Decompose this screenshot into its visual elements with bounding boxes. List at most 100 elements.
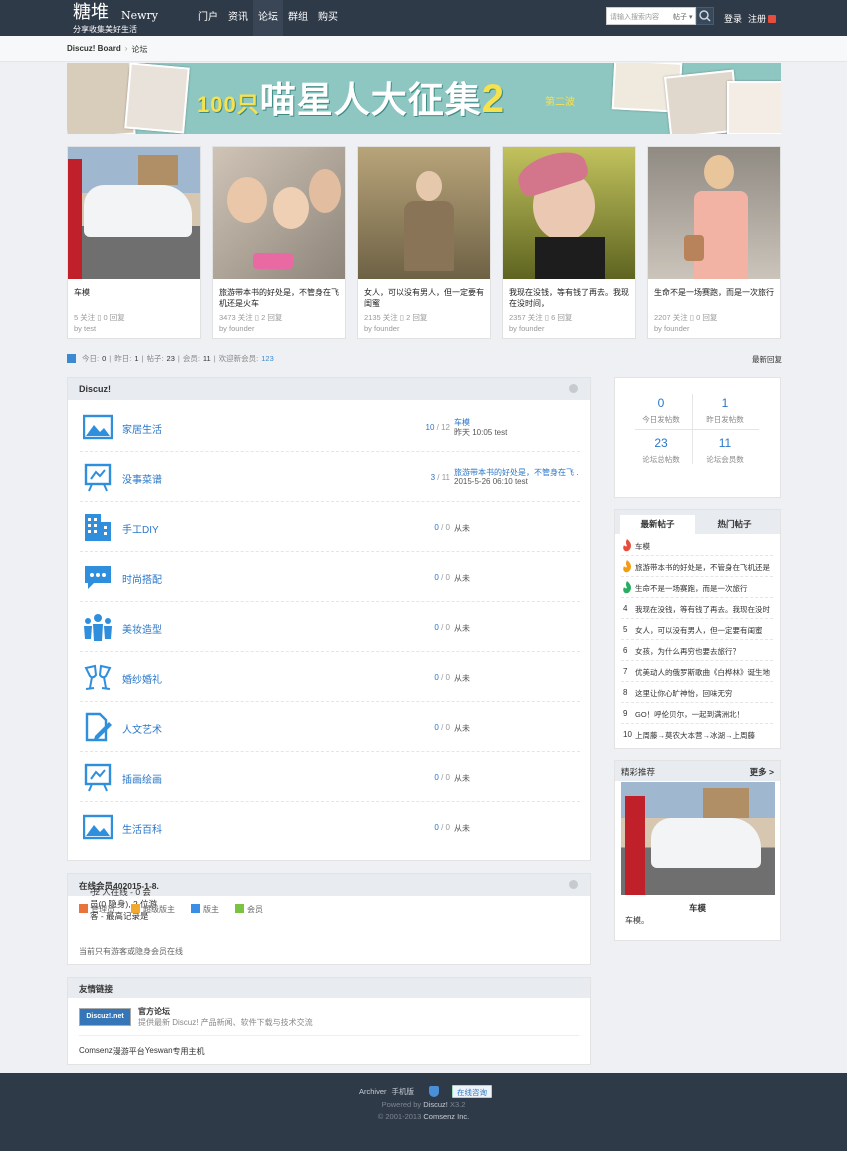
easel-chart-icon[interactable] xyxy=(83,462,113,492)
list-item[interactable]: 车模 xyxy=(621,535,773,556)
collapse-icon[interactable] xyxy=(569,384,578,393)
card-title[interactable]: 车模 xyxy=(74,287,196,298)
banner-headline: 100只喵星人大征集2 xyxy=(197,77,505,121)
discuz-logo-link[interactable]: Discuz!.net xyxy=(79,1008,131,1026)
document-pen-icon[interactable] xyxy=(83,712,113,742)
forum-name[interactable]: 人文艺术 xyxy=(122,721,162,736)
tab-latest-posts[interactable]: 最新帖子 xyxy=(620,515,695,534)
card-image[interactable] xyxy=(213,147,345,279)
people-icon[interactable] xyxy=(83,612,113,642)
last-post-never: 从未 xyxy=(454,674,470,683)
forum-counts: 0 / 0 xyxy=(434,573,450,582)
shield-icon[interactable] xyxy=(429,1086,440,1097)
breadcrumb: Discuz! Board › 论坛 xyxy=(0,36,847,62)
card-title[interactable]: 生命不是一场赛跑，而是一次旅行 xyxy=(654,287,776,298)
recommend-item-title[interactable]: 车模 xyxy=(615,902,780,914)
forum-name[interactable]: 美妆造型 xyxy=(122,621,162,636)
tab-hot-posts[interactable]: 热门帖子 xyxy=(697,515,772,534)
card-title[interactable]: 女人，可以没有男人，但一定要有闺蜜 xyxy=(364,287,486,309)
list-item[interactable]: 9 GO！呼伦贝尔，一起到满洲北！ xyxy=(621,703,773,724)
online-consult-button[interactable]: 在线咨询 xyxy=(452,1085,493,1098)
forum-counts: 0 / 0 xyxy=(434,523,450,532)
recommend-item-desc: 车模。 xyxy=(625,916,649,925)
official-forum-desc: 提供最新 Discuz! 产品新闻、软件下载与技术交流 xyxy=(138,1018,313,1027)
card-image[interactable] xyxy=(68,147,200,279)
forum-counts: 0 / 0 xyxy=(434,673,450,682)
member-icon xyxy=(235,904,244,913)
super-moderator-icon xyxy=(131,904,140,913)
list-item[interactable]: 旅游带本书的好处是，不管身在飞机还是 xyxy=(621,556,773,577)
landscape-icon[interactable] xyxy=(83,812,113,842)
champagne-glasses-icon[interactable] xyxy=(83,662,113,692)
copyright: © 2001-2013 Comsenz Inc. xyxy=(377,1112,470,1121)
powered-by: Powered by Discuz! X3.2 xyxy=(381,1100,466,1109)
landscape-icon[interactable] xyxy=(83,412,113,442)
forum-name[interactable]: 插画绘画 xyxy=(122,771,162,786)
link-comsenz[interactable]: Comsenz xyxy=(79,1046,113,1057)
card-image[interactable] xyxy=(358,147,490,279)
more-link[interactable]: 更多 > xyxy=(750,766,774,778)
forum-name[interactable]: 时尚搭配 xyxy=(122,571,162,586)
card-image[interactable] xyxy=(648,147,780,279)
search-input[interactable]: 请输入搜索内容 帖子 ▾ xyxy=(606,7,696,25)
card-meta: 2357 关注 ▯ 6 回复 by founder xyxy=(509,313,573,333)
link-hosting[interactable]: 专用主机 xyxy=(173,1046,205,1057)
nav-group[interactable]: 群组 xyxy=(283,0,313,36)
featured-card[interactable]: 我现在没钱，等有钱了再去。我现在没时间， 2357 关注 ▯ 6 回复 by fo… xyxy=(502,146,636,339)
forum-group-title[interactable]: Discuz! xyxy=(79,384,111,394)
link-manyou[interactable]: 漫游平台 xyxy=(113,1046,145,1057)
promo-banner[interactable]: 100只喵星人大征集2 第二波 xyxy=(67,63,781,134)
chat-bubble-icon[interactable] xyxy=(83,562,113,592)
login-link[interactable]: 登录 xyxy=(724,12,742,25)
easel-chart-icon[interactable] xyxy=(83,762,113,792)
site-logo[interactable]: 糖堆 Newry 分享收集美好生活 xyxy=(73,3,163,35)
forum-name[interactable]: 家居生活 xyxy=(122,421,162,436)
forum-row: 插画绘画 0 / 0 从未 xyxy=(80,752,580,802)
card-title[interactable]: 旅游带本书的好处是，不管身在飞机还是火车 xyxy=(219,287,341,309)
collapse-icon[interactable] xyxy=(569,880,578,889)
recommend-image[interactable] xyxy=(621,782,775,895)
admin-icon xyxy=(79,904,88,913)
forum-name[interactable]: 婚纱婚礼 xyxy=(122,671,162,686)
legend-member: 会员 xyxy=(235,904,263,915)
list-item[interactable]: 5 女人，可以没有男人，但一定要有闺蜜 xyxy=(621,619,773,640)
list-item[interactable]: 生命不是一场赛跑，而是一次旅行 xyxy=(621,577,773,598)
list-item[interactable]: 8 这里让你心旷神怡，回味无穷 xyxy=(621,682,773,703)
banner-wave: 第二波 xyxy=(545,97,575,108)
stat-today: 0 今日发帖数 xyxy=(642,396,680,424)
latest-replies-link[interactable]: 最新回复 xyxy=(752,354,782,365)
forum-name[interactable]: 手工DIY xyxy=(122,521,159,536)
featured-card[interactable]: 生命不是一场赛跑，而是一次旅行 2207 关注 ▯ 0 回复 by founder xyxy=(647,146,781,339)
nav-news[interactable]: 资讯 xyxy=(223,0,253,36)
card-image[interactable] xyxy=(503,147,635,279)
text-links: Comsenz 漫游平台 Yeswan 专用主机 xyxy=(79,1046,205,1057)
featured-card[interactable]: 旅游带本书的好处是，不管身在飞机还是火车 3473 关注 ▯ 2 回复 by fo… xyxy=(212,146,346,339)
archiver-link[interactable]: Archiver xyxy=(359,1087,387,1096)
logo-slogan: 分享收集美好生活 xyxy=(73,25,137,34)
forum-counts: 0 / 0 xyxy=(434,723,450,732)
list-item[interactable]: 10 上周藤→莫农大本营→冰湖→上周藤 xyxy=(621,724,773,745)
forum-name[interactable]: 生活百科 xyxy=(122,821,162,836)
card-title[interactable]: 我现在没钱，等有钱了再去。我现在没时间， xyxy=(509,287,631,309)
stat-members: 11 论坛会员数 xyxy=(706,436,744,464)
building-icon[interactable] xyxy=(83,512,113,542)
link-yeswan[interactable]: Yeswan xyxy=(145,1046,173,1057)
breadcrumb-home[interactable]: Discuz! Board xyxy=(67,44,121,55)
post-tabs-panel: 最新帖子 热门帖子 车模 旅游带本书的好处是，不管身在飞机还是 生命不是一场赛跑… xyxy=(614,509,781,749)
featured-card[interactable]: 女人，可以没有男人，但一定要有闺蜜 2135 关注 ▯ 2 回复 by found… xyxy=(357,146,491,339)
official-forum-link[interactable]: 官方论坛 xyxy=(138,1006,170,1017)
nav-portal[interactable]: 门户 xyxy=(193,0,223,36)
list-item[interactable]: 7 优美动人的俄罗斯歌曲《白桦林》诞生地 xyxy=(621,661,773,682)
nav-forum[interactable]: 论坛 xyxy=(253,0,283,36)
search-button[interactable] xyxy=(696,7,714,25)
card-meta: 3473 关注 ▯ 2 回复 by founder xyxy=(219,313,283,333)
featured-card[interactable]: 车模 5 关注 ▯ 0 回复 by test xyxy=(67,146,201,339)
list-item[interactable]: 4 我现在没钱，等有钱了再去。我现在没时 xyxy=(621,598,773,619)
forum-name[interactable]: 没事菜谱 xyxy=(122,471,162,486)
nav-buy[interactable]: 购买 xyxy=(313,0,343,36)
list-item[interactable]: 6 女孩，为什么再穷也要去旅行？ xyxy=(621,640,773,661)
mobile-link[interactable]: 手机版 xyxy=(392,1086,415,1097)
newest-member-link[interactable]: 123 xyxy=(261,354,274,363)
register-link[interactable]: 注册 xyxy=(748,12,777,25)
search-type-select[interactable]: 帖子 ▾ xyxy=(673,12,692,22)
